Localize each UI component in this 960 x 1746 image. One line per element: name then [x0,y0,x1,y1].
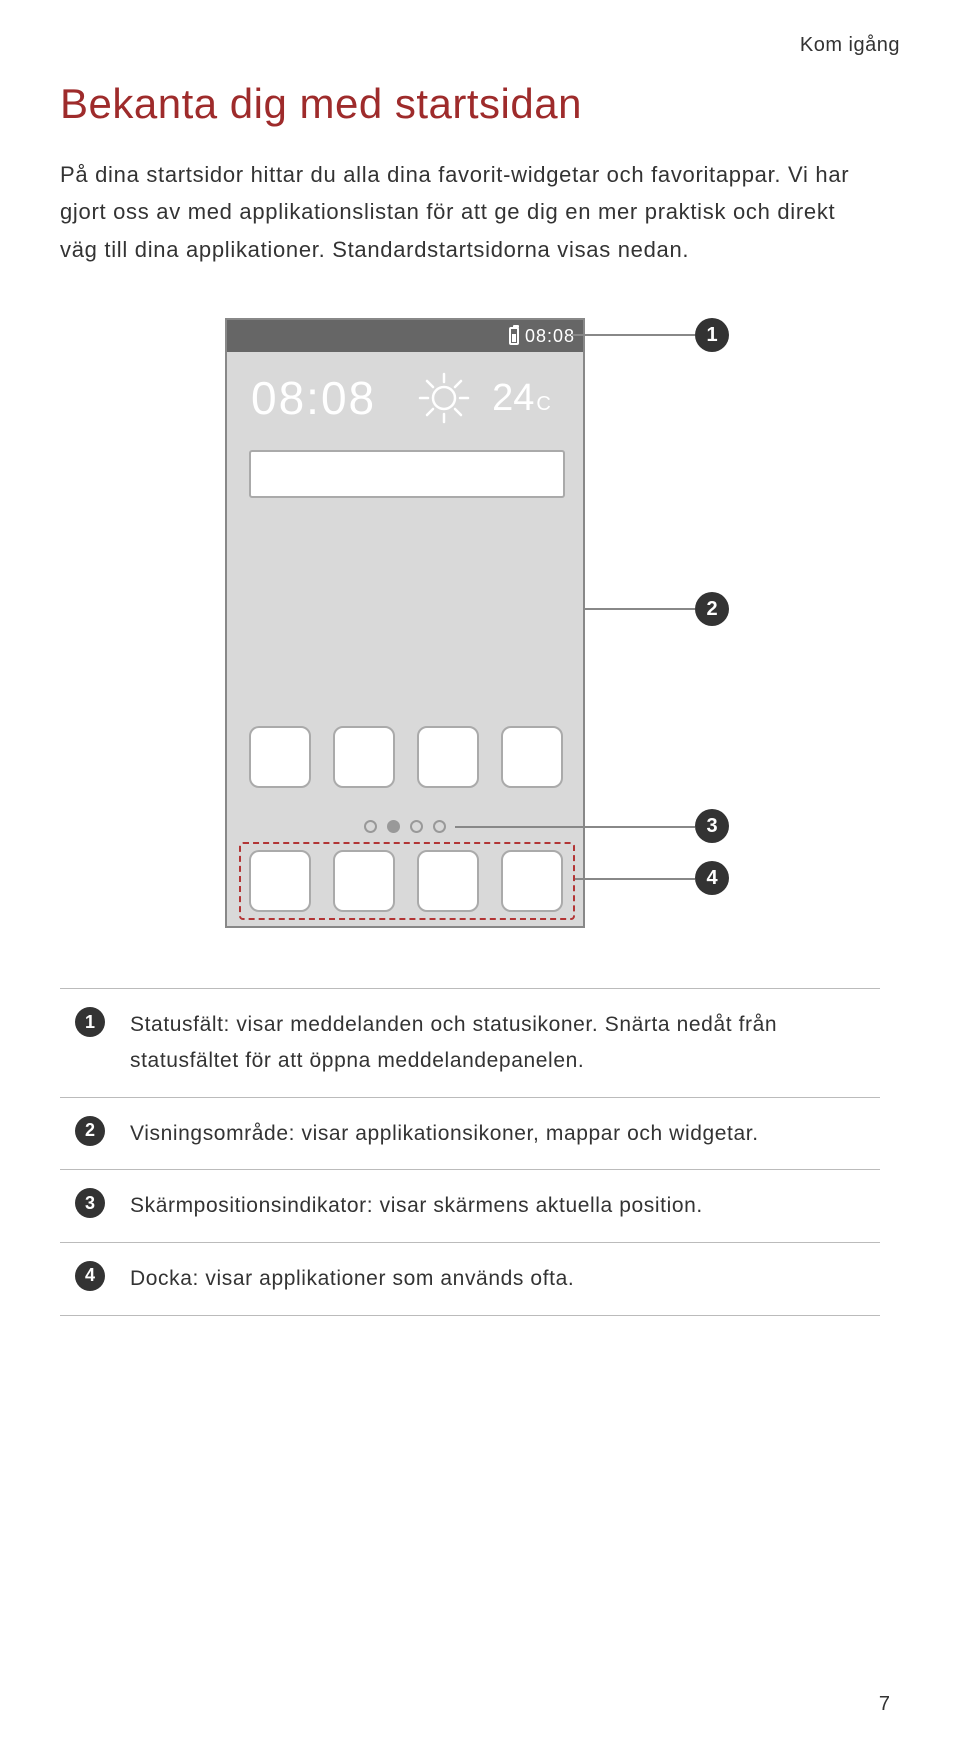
page-number: 7 [879,1693,890,1716]
phone-frame: 08:08 08:08 [225,318,585,928]
search-box [249,450,565,498]
temperature: 24C [492,377,551,420]
callout-bullet-2: 2 [695,592,729,626]
dock-icon [249,850,311,912]
sun-icon [416,370,472,426]
page: Kom igång Bekanta dig med startsidan På … [0,0,960,1746]
app-icon [333,726,395,788]
app-row [249,726,563,788]
legend-text: Visningsområde: visar applikationsikoner… [120,1097,880,1170]
legend-bullet: 2 [75,1116,105,1146]
callout-bullet-3: 3 [695,809,729,843]
status-bar: 08:08 [227,320,583,352]
legend-text: Skärmpositionsindikator: visar skärmens … [120,1170,880,1243]
page-dot [364,820,377,833]
legend-table: 1 Statusfält: visar meddelanden och stat… [60,988,880,1315]
temperature-value: 24 [492,377,534,419]
temperature-unit: C [536,393,550,415]
legend-text: Statusfält: visar meddelanden och status… [120,989,880,1097]
status-time: 08:08 [525,326,575,347]
legend-row: 3 Skärmpositionsindikator: visar skärmen… [60,1170,880,1243]
page-dot [433,820,446,833]
page-dot-active [387,820,400,833]
callout-line [455,826,695,828]
dock-icon [501,850,563,912]
app-icon [249,726,311,788]
legend-row: 2 Visningsområde: visar applikationsikon… [60,1097,880,1170]
legend-text: Docka: visar applikationer som används o… [120,1242,880,1315]
intro-paragraph: På dina startsidor hittar du alla dina f… [60,156,870,268]
legend-bullet: 3 [75,1188,105,1218]
callout-line [575,878,695,880]
weather-widget: 08:08 [227,370,583,426]
dock-row [249,850,563,912]
legend-row: 1 Statusfält: visar meddelanden och stat… [60,989,880,1097]
battery-icon [509,327,519,345]
phone-figure: 08:08 08:08 [75,318,855,948]
callout-line [571,334,695,336]
callout-bullet-4: 4 [695,861,729,895]
legend-bullet: 4 [75,1261,105,1291]
page-title: Bekanta dig med startsidan [60,80,870,128]
app-icon [417,726,479,788]
section-tag: Kom igång [800,34,900,57]
clock-time: 08:08 [227,371,376,425]
callout-bullet-1: 1 [695,318,729,352]
callout-line [585,608,695,610]
legend-row: 4 Docka: visar applikationer som används… [60,1242,880,1315]
legend-bullet: 1 [75,1007,105,1037]
page-dot [410,820,423,833]
dock-icon [333,850,395,912]
app-icon [501,726,563,788]
dock-icon [417,850,479,912]
